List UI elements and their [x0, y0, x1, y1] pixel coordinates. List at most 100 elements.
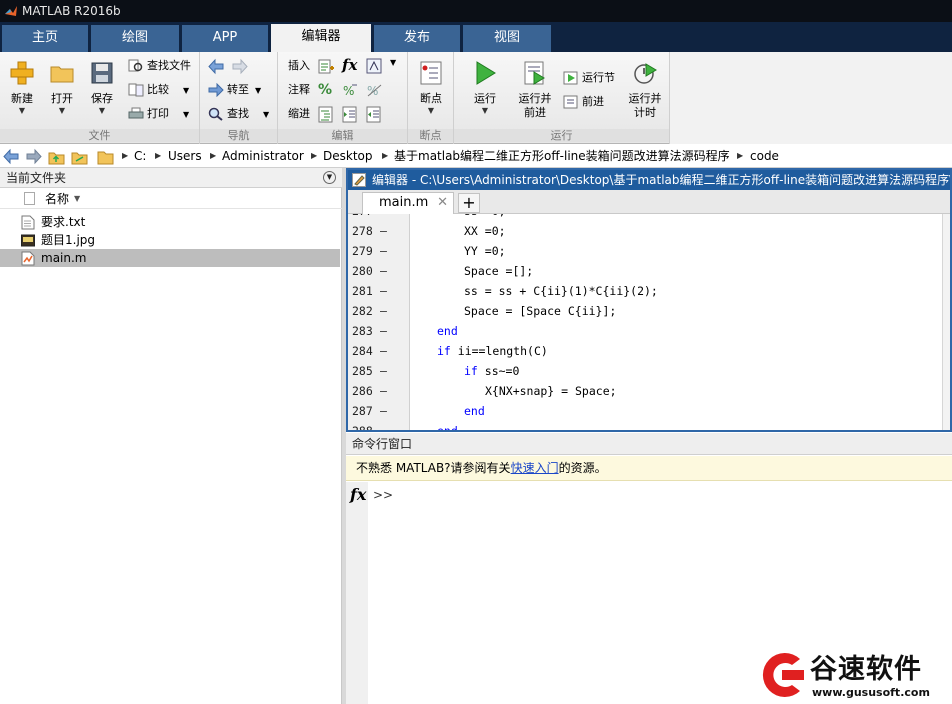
back-arrow-icon[interactable]	[208, 58, 225, 75]
goto-button[interactable]: 转至 ▼	[208, 80, 261, 100]
watermark-brand: 谷速软件	[810, 654, 922, 685]
insert-section-icon[interactable]	[318, 58, 335, 75]
plus-icon	[9, 60, 35, 86]
breakpoint-dash[interactable]: –	[380, 344, 387, 358]
editor-tab-main-m[interactable]: main.m ✕	[362, 192, 454, 214]
breakpoint-dash[interactable]: –	[380, 304, 387, 318]
run-and-advance-button[interactable]: 运行并 前进	[514, 56, 556, 128]
wrap-comments-icon[interactable]: %	[342, 82, 359, 99]
comment-button[interactable]: 注释	[288, 80, 310, 100]
run-button[interactable]: 运行 ▼	[465, 56, 505, 128]
name-column-header[interactable]: 名称	[45, 189, 69, 209]
editor-pencil-icon	[352, 173, 366, 187]
save-button[interactable]: 保存 ▼	[82, 56, 122, 128]
command-window-info-bar: 不熟悉 MATLAB?请参阅有关快速入门的资源。	[346, 456, 952, 481]
insert-button[interactable]: 插入	[288, 56, 310, 76]
chevron-down-icon: ▼	[183, 86, 190, 95]
new-button[interactable]: 新建 ▼	[2, 56, 42, 128]
breadcrumb-separator-icon: ▶	[155, 151, 162, 160]
open-button[interactable]: 打开 ▼	[42, 56, 82, 128]
breakpoints-button[interactable]: 断点 ▼	[411, 56, 451, 128]
folder-icon	[49, 60, 75, 86]
breadcrumb-project-folder[interactable]: 基于matlab编程二维正方形off-line装箱问题改进算法源码程序	[394, 145, 730, 167]
chevron-down-icon: ▼	[98, 106, 106, 115]
tab-apps[interactable]: APP	[182, 25, 268, 52]
indent-button[interactable]: 缩进	[288, 104, 310, 124]
group-label-navigate: 导航	[200, 129, 277, 142]
code-line: end	[464, 404, 485, 418]
chevron-down-icon: ▼	[263, 110, 270, 119]
command-window-title: 命令行窗口	[346, 433, 952, 455]
breakpoint-dash[interactable]: –	[380, 284, 387, 298]
group-label-breakpoints: 断点	[408, 129, 453, 142]
breakpoint-dash[interactable]: –	[380, 214, 387, 218]
back-arrow-icon[interactable]	[3, 148, 20, 165]
tab-view[interactable]: 视图	[463, 25, 551, 52]
tab-home[interactable]: 主页	[2, 25, 88, 52]
group-label-run: 运行	[454, 129, 669, 142]
tab-plots[interactable]: 绘图	[91, 25, 179, 52]
group-label-edit: 编辑	[278, 129, 407, 142]
current-folder-title: 当前文件夹 ▼	[0, 168, 342, 188]
print-button[interactable]: 打印 ▼	[128, 104, 189, 124]
panel-menu-icon[interactable]: ▼	[323, 171, 336, 184]
insert-function-icon[interactable]: fx	[342, 56, 359, 74]
advance-button[interactable]: 前进	[563, 92, 604, 112]
matlab-script-file-icon	[21, 251, 35, 266]
breakpoint-dash[interactable]: –	[380, 224, 387, 238]
file-row-main-m[interactable]: main.m	[0, 249, 340, 267]
code-line: YY =0;	[464, 244, 506, 258]
browse-folder-icon[interactable]	[71, 148, 88, 165]
file-row-requirements-txt[interactable]: 要求.txt	[0, 213, 340, 231]
command-window-gutter	[346, 482, 368, 704]
decrease-indent-icon[interactable]	[366, 106, 383, 123]
run-and-time-button[interactable]: 运行并 计时	[624, 56, 666, 128]
breakpoint-dash[interactable]: –	[380, 404, 387, 418]
new-tab-plus-icon[interactable]: +	[458, 193, 480, 213]
uncomment-icon[interactable]: %	[366, 82, 383, 99]
ribbon-group-breakpoints: 断点 ▼ 断点	[408, 52, 454, 144]
close-tab-icon[interactable]: ✕	[437, 193, 448, 213]
breadcrumb-desktop[interactable]: Desktop	[323, 145, 373, 167]
code-area[interactable]: 277–278–279–280–281–282–283–284–285–286–…	[348, 214, 950, 430]
comment-percent-icon[interactable]: %	[318, 82, 335, 99]
up-folder-icon[interactable]	[48, 148, 65, 165]
compare-button[interactable]: 比较 ▼	[128, 80, 189, 100]
breadcrumb-code[interactable]: code	[750, 145, 779, 167]
tab-editor[interactable]: 编辑器	[271, 24, 371, 52]
breadcrumb-separator-icon: ▶	[122, 151, 129, 160]
forward-arrow-icon[interactable]	[25, 148, 42, 165]
breakpoint-dash[interactable]: –	[380, 384, 387, 398]
current-folder-panel: 当前文件夹 ▼ 名称 ▼ 要求.txt 题目1.jpg main.m	[0, 168, 342, 704]
increase-indent-icon[interactable]	[342, 106, 359, 123]
breakpoint-dash[interactable]: –	[380, 364, 387, 378]
find-files-button[interactable]: 查找文件	[128, 56, 191, 76]
file-row-image-jpg[interactable]: 题目1.jpg	[0, 231, 340, 249]
code-line: XX =0;	[464, 224, 506, 238]
breadcrumb-users[interactable]: Users	[168, 145, 202, 167]
getting-started-link[interactable]: 快速入门	[511, 461, 559, 475]
function-browser-fx-icon[interactable]: fx	[350, 485, 366, 504]
breakpoint-dash[interactable]: –	[380, 264, 387, 278]
insert-variable-icon[interactable]	[366, 58, 383, 75]
breadcrumb-c-drive[interactable]: C:	[134, 145, 146, 167]
chevron-down-icon[interactable]: ▼	[390, 58, 407, 75]
gusu-logo-icon	[762, 653, 804, 697]
code-line: ss =0;	[464, 214, 506, 218]
ribbon-group-edit: 插入 fx ▼ 注释 % % % 缩进 编辑	[278, 52, 408, 144]
smart-indent-icon[interactable]	[318, 106, 335, 123]
watermark: 谷速软件 www.gususoft.com	[752, 645, 952, 704]
breakpoint-dash[interactable]: –	[380, 244, 387, 258]
ribbon-group-file: 新建 ▼ 打开 ▼ 保存 ▼ 查找文件 比较 ▼ 打印 ▼ 文件	[0, 52, 200, 144]
breakpoint-dash[interactable]: –	[380, 324, 387, 338]
find-button[interactable]: 查找 ▼	[208, 104, 269, 124]
tab-publish[interactable]: 发布	[374, 25, 460, 52]
file-type-column-icon	[24, 192, 35, 205]
run-section-button[interactable]: 运行节	[563, 68, 615, 88]
matlab-logo-icon	[5, 6, 17, 16]
forward-arrow-icon[interactable]	[231, 58, 248, 75]
breakpoint-dash[interactable]: –	[380, 424, 387, 430]
command-prompt[interactable]: >>	[373, 488, 393, 502]
editor-vertical-scrollbar[interactable]	[942, 214, 950, 430]
breadcrumb-administrator[interactable]: Administrator	[222, 145, 304, 167]
